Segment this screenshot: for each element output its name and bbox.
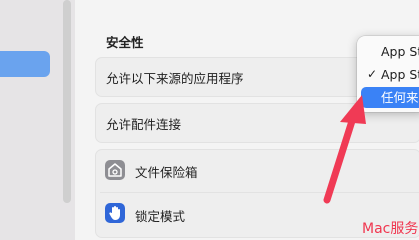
red-annotation-arrow [323,95,366,204]
watermark: Mac服务 [362,221,419,237]
